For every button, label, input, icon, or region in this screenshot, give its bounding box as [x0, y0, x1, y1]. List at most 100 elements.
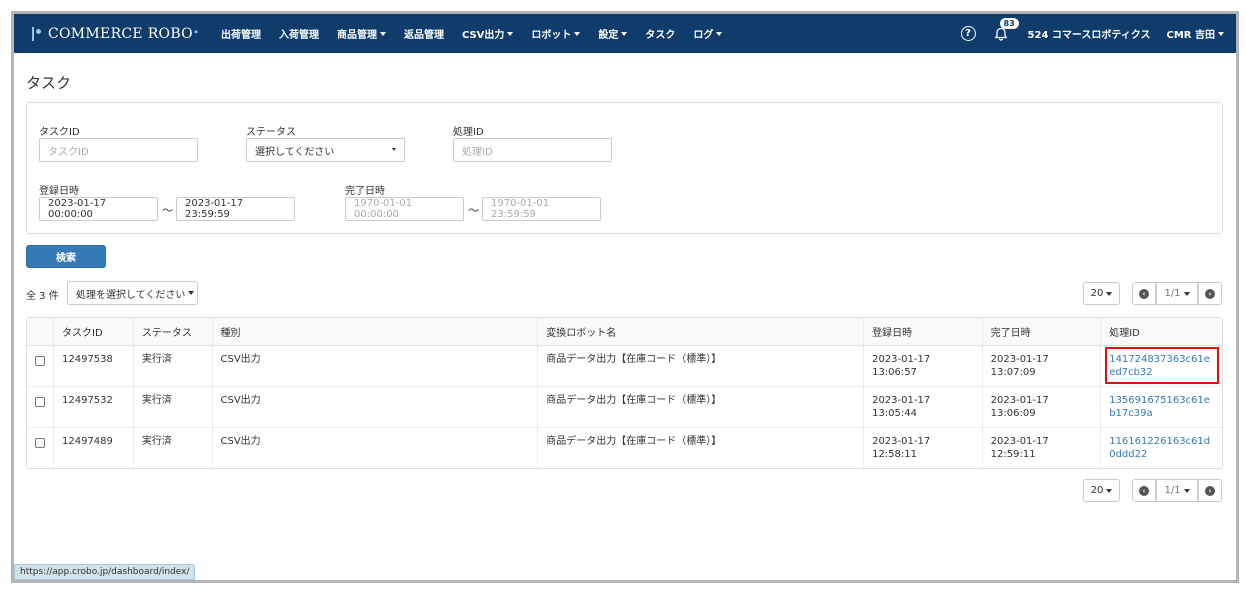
per-page-select[interactable]: 20 [1083, 282, 1120, 305]
process-id-link[interactable]: 116161226163c61d0ddd22 [1109, 436, 1210, 460]
page-nav: ‹ 1/1 › [1132, 479, 1222, 502]
chevron-left-icon: ‹ [1139, 288, 1149, 299]
caret-down-icon [1106, 488, 1113, 493]
brand-logo[interactable]: COMMERCE ROBO * [30, 25, 198, 43]
notification-badge: 83 [999, 17, 1019, 29]
table-row: 12497538 実行済 CSV出力 商品データ出力【在庫コード（標準）】 20… [27, 345, 1222, 387]
cell-completed: 2023-01-17 13:07:09 [982, 345, 1102, 387]
header-process-id[interactable]: 処理ID [1100, 318, 1222, 346]
registered-date-label: 登録日時 [39, 186, 79, 197]
registered-to-input[interactable]: 2023-01-17 23:59:59 [176, 197, 295, 221]
nav-tasks[interactable]: タスク [645, 26, 675, 41]
per-page-value: 20 [1090, 485, 1104, 496]
status-select-value: 選択してください [255, 146, 335, 158]
cell-task-id: 12497532 [53, 386, 134, 428]
search-panel: タスクID タスクID ステータス 選択してください 処理ID 処理ID 登録日… [26, 102, 1223, 234]
pagination-bottom: 20 ‹ 1/1 › [1083, 479, 1222, 502]
caret-down-icon [507, 31, 514, 36]
chevron-right-icon: › [1205, 485, 1215, 496]
prev-page-button[interactable]: ‹ [1132, 282, 1156, 305]
nav-label: 設定 [598, 30, 619, 41]
process-id-input[interactable]: 処理ID [453, 138, 612, 162]
caret-down-icon [1106, 291, 1113, 296]
cell-robot: 商品データ出力【在庫コード（標準）】 [537, 345, 865, 387]
cell-status: 実行済 [133, 427, 213, 468]
user-menu[interactable]: CMR 吉田 [1167, 26, 1224, 41]
next-page-button[interactable]: › [1198, 479, 1222, 502]
cell-status: 実行済 [133, 345, 213, 387]
header-type[interactable]: 種別 [212, 318, 539, 346]
nav-settings[interactable]: 設定 [598, 26, 628, 41]
caret-down-icon [574, 31, 581, 36]
notifications[interactable]: 83 [994, 17, 1019, 41]
header-completed[interactable]: 完了日時 [982, 318, 1102, 346]
cell-task-id: 12497489 [53, 427, 134, 468]
nav-receiving[interactable]: 入荷管理 [279, 26, 319, 41]
app-window: COMMERCE ROBO * 出荷管理 入荷管理 商品管理 返品管理 CSV出… [11, 11, 1239, 583]
cell-type: CSV出力 [212, 427, 539, 468]
task-id-input[interactable]: タスクID [39, 138, 198, 162]
nav-csv-export[interactable]: CSV出力 [461, 26, 514, 41]
status-select[interactable]: 選択してください [246, 138, 405, 162]
logo-icon [30, 25, 44, 43]
cell-completed: 2023-01-17 12:59:11 [982, 427, 1102, 468]
row-checkbox[interactable] [35, 396, 45, 407]
page-select[interactable]: 1/1 [1156, 282, 1198, 305]
per-page-value: 20 [1090, 288, 1104, 299]
caret-down-icon [392, 148, 396, 151]
top-navbar: COMMERCE ROBO * 出荷管理 入荷管理 商品管理 返品管理 CSV出… [14, 14, 1236, 53]
nav-returns[interactable]: 返品管理 [404, 26, 444, 41]
user-name: CMR 吉田 [1166, 30, 1215, 41]
task-table: タスクID ステータス 種別 変換ロボット名 登録日時 完了日時 処理ID 12… [26, 317, 1223, 469]
next-page-button[interactable]: › [1198, 282, 1222, 305]
header-registered[interactable]: 登録日時 [863, 318, 983, 346]
completed-from-input[interactable]: 1970-01-01 00:00:00 [345, 197, 464, 221]
process-id-label: 処理ID [453, 127, 484, 138]
bell-icon [994, 27, 1007, 41]
caret-down-icon [188, 291, 195, 295]
row-checkbox[interactable] [35, 355, 45, 366]
bulk-action-select[interactable]: 処理を選択してください [67, 281, 198, 305]
table-row: 12497489 実行済 CSV出力 商品データ出力【在庫コード（標準）】 20… [27, 427, 1222, 468]
cell-registered: 2023-01-17 12:58:11 [863, 427, 983, 468]
range-separator: 〜 [468, 204, 479, 217]
registered-from-input[interactable]: 2023-01-17 00:00:00 [39, 197, 158, 221]
navbar-right: ? 83 524 コマースロボティクス CMR 吉田 [960, 17, 1224, 41]
completed-to-input[interactable]: 1970-01-01 23:59:59 [482, 197, 601, 221]
cell-task-id: 12497538 [53, 345, 134, 387]
page-select[interactable]: 1/1 [1156, 479, 1198, 502]
nav-label: CSV出力 [461, 30, 505, 41]
process-id-link[interactable]: 135691675163c61eb17c39a [1109, 395, 1210, 419]
nav-label: 出荷管理 [220, 30, 261, 41]
nav-shipping[interactable]: 出荷管理 [221, 26, 261, 41]
help-icon[interactable]: ? [960, 26, 976, 41]
chevron-right-icon: › [1205, 288, 1215, 299]
nav-products[interactable]: 商品管理 [337, 26, 386, 41]
bulk-action-value: 処理を選択してください [76, 289, 186, 301]
nav-label: ログ [693, 30, 714, 41]
search-button[interactable]: 検索 [26, 245, 106, 268]
task-id-label: タスクID [39, 127, 80, 138]
header-task-id[interactable]: タスクID [53, 318, 134, 346]
prev-page-button[interactable]: ‹ [1132, 479, 1156, 502]
chevron-left-icon: ‹ [1139, 485, 1149, 496]
caret-down-icon [1218, 31, 1224, 36]
nav-logs[interactable]: ログ [693, 26, 723, 41]
nav-label: タスク [645, 30, 676, 41]
nav-label: 入荷管理 [278, 30, 319, 41]
nav-robot[interactable]: ロボット [531, 26, 581, 41]
cell-status: 実行済 [133, 386, 213, 428]
page-nav: ‹ 1/1 › [1132, 282, 1222, 305]
highlight-box [1105, 347, 1219, 384]
cell-completed: 2023-01-17 13:06:09 [982, 386, 1102, 428]
header-status[interactable]: ステータス [133, 318, 213, 346]
cell-robot: 商品データ出力【在庫コード（標準）】 [537, 386, 865, 428]
caret-down-icon [1183, 488, 1190, 493]
page-indicator: 1/1 [1164, 288, 1181, 299]
row-checkbox[interactable] [35, 437, 45, 448]
company-name: 524 コマースロボティクス [1027, 30, 1151, 41]
per-page-select[interactable]: 20 [1083, 479, 1120, 502]
brand-name: COMMERCE ROBO [48, 25, 193, 42]
header-robot-name[interactable]: 変換ロボット名 [537, 318, 865, 346]
caret-down-icon [621, 31, 628, 36]
